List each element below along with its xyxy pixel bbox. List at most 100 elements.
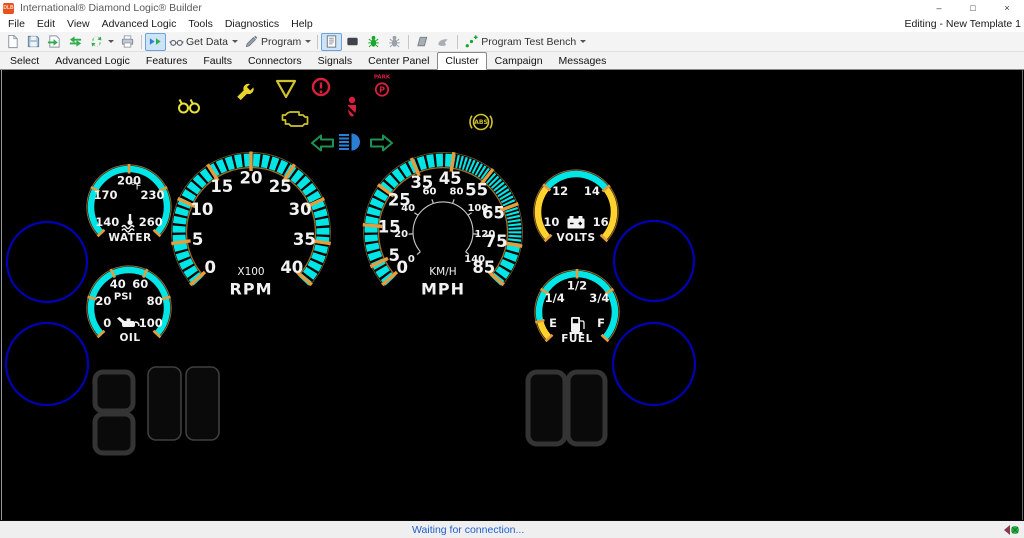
menu-view[interactable]: View bbox=[61, 18, 96, 30]
debug-on-icon bbox=[366, 34, 381, 49]
gauge-tick-label: 20 bbox=[240, 169, 263, 188]
minimize-button-icon[interactable]: – bbox=[922, 0, 956, 16]
cluster-button-tall-left-1[interactable] bbox=[148, 367, 181, 440]
tab-cluster[interactable]: Cluster bbox=[437, 52, 486, 70]
cluster-button-small-bottom[interactable] bbox=[95, 414, 133, 453]
save-button[interactable] bbox=[23, 33, 44, 51]
gauge-tick-label: 170 bbox=[93, 188, 117, 202]
check-engine-telltale-icon bbox=[283, 112, 308, 126]
gauge-tick-label: 15 bbox=[210, 177, 233, 196]
toolbar-separator bbox=[457, 35, 458, 49]
eraser-button[interactable] bbox=[412, 33, 433, 51]
new-document-icon bbox=[5, 34, 20, 49]
park-brake-telltale-icon: PARKP bbox=[374, 75, 391, 96]
gauge-tick-label: 1/4 bbox=[545, 291, 565, 305]
panel-button[interactable] bbox=[342, 33, 363, 51]
debug-off-button[interactable] bbox=[384, 33, 405, 51]
fuel-pump-icon bbox=[570, 317, 585, 334]
toolbar-separator bbox=[141, 35, 142, 49]
oil-gauge: 020406080100PSIOIL bbox=[87, 266, 171, 344]
tab-advanced-logic[interactable]: Advanced Logic bbox=[47, 52, 138, 70]
gauge-tick-label: 0 bbox=[204, 258, 215, 277]
tab-faults[interactable]: Faults bbox=[195, 52, 240, 70]
test-bench-icon bbox=[464, 34, 479, 49]
debug-off-icon bbox=[387, 34, 402, 49]
maximize-button-icon[interactable]: □ bbox=[956, 0, 990, 16]
tab-select[interactable]: Select bbox=[2, 52, 47, 70]
mph-caption: MPH bbox=[421, 280, 465, 299]
editing-status-label: Editing - New Template 1 bbox=[904, 18, 1021, 30]
menu-diagnostics[interactable]: Diagnostics bbox=[219, 18, 285, 30]
cluster-button-right-2[interactable] bbox=[568, 372, 605, 444]
wait-to-start-telltale-icon bbox=[179, 100, 199, 113]
gauge-tick-label: E bbox=[549, 316, 557, 330]
get-data-button[interactable]: Get Data bbox=[166, 33, 241, 51]
window-controls: – □ × bbox=[922, 0, 1024, 16]
toolbar-separator bbox=[408, 35, 409, 49]
eraser-icon bbox=[415, 34, 430, 49]
status-bar: Waiting for connection... bbox=[0, 520, 1024, 538]
menu-tools[interactable]: Tools bbox=[182, 18, 219, 30]
gauge-tick-label: 40 bbox=[280, 258, 303, 277]
program-button[interactable]: Program bbox=[241, 33, 314, 51]
gauge-tick-label: 20 bbox=[95, 294, 111, 308]
gauge-tick-label: 80 bbox=[147, 294, 163, 308]
menu-file[interactable]: File bbox=[2, 18, 31, 30]
tab-connectors[interactable]: Connectors bbox=[240, 52, 310, 70]
debug-on-button[interactable] bbox=[363, 33, 384, 51]
dropdown-caret-icon bbox=[305, 40, 311, 43]
cluster-button-right-1[interactable] bbox=[528, 372, 565, 444]
new-document-button[interactable] bbox=[2, 33, 23, 51]
tab-campaign[interactable]: Campaign bbox=[487, 52, 551, 70]
gauge-tick-label: 60 bbox=[423, 187, 437, 198]
tab-features[interactable]: Features bbox=[138, 52, 195, 70]
toolbar-button-label: Program bbox=[261, 36, 301, 48]
oil-unit-label: PSI bbox=[114, 292, 132, 303]
save-icon bbox=[26, 34, 41, 49]
test-bench-button[interactable]: Program Test Bench bbox=[461, 33, 589, 51]
import-button[interactable] bbox=[44, 33, 65, 51]
cluster-display: 0510152025303540X100RPM05152535455565758… bbox=[0, 70, 1024, 520]
tab-bar: SelectAdvanced LogicFeaturesFaultsConnec… bbox=[0, 52, 1024, 70]
status-message: Waiting for connection... bbox=[412, 524, 524, 536]
gauge-tick-label: 40 bbox=[401, 203, 415, 214]
print-button[interactable] bbox=[117, 33, 138, 51]
menu-advanced-logic[interactable]: Advanced Logic bbox=[96, 18, 183, 30]
gauge-tick-label: 5 bbox=[389, 246, 400, 265]
view-document-button[interactable] bbox=[321, 33, 342, 51]
abs-telltale-icon: ABS bbox=[470, 115, 492, 130]
tab-signals[interactable]: Signals bbox=[310, 52, 360, 70]
bezel-circle bbox=[7, 222, 87, 302]
gauge-tick-label: 60 bbox=[132, 277, 148, 291]
rpm-caption: RPM bbox=[230, 280, 273, 299]
gauge-tick-label: 140 bbox=[464, 254, 485, 265]
rpm-multiplier-label: X100 bbox=[237, 266, 264, 278]
gauge-tick-label: 40 bbox=[110, 277, 126, 291]
refresh-button[interactable] bbox=[86, 33, 117, 51]
tab-center-panel[interactable]: Center Panel bbox=[360, 52, 437, 70]
gauge-tick-label: 20 bbox=[394, 229, 408, 240]
brake-warning-telltale-icon bbox=[313, 79, 329, 95]
sync-button[interactable] bbox=[65, 33, 86, 51]
title-bar: DLB International® Diamond Logic® Builde… bbox=[0, 0, 1024, 16]
cluster-button-small-top[interactable] bbox=[95, 372, 133, 411]
connection-status-icon bbox=[1001, 523, 1021, 537]
menu-edit[interactable]: Edit bbox=[31, 18, 61, 30]
water-unit-label: °F bbox=[131, 182, 142, 193]
menu-help[interactable]: Help bbox=[285, 18, 319, 30]
gauge-tick-label: 100 bbox=[467, 203, 488, 214]
gauge-tick-label: 35 bbox=[293, 230, 316, 249]
turn-signal-left-telltale-icon bbox=[312, 136, 333, 151]
cluster-button-tall-left-2[interactable] bbox=[186, 367, 219, 440]
volts-gauge: 10121416VOLTS bbox=[534, 170, 618, 244]
tab-messages[interactable]: Messages bbox=[551, 52, 615, 70]
gauge-tick-label: 120 bbox=[474, 229, 495, 240]
window-title: International® Diamond Logic® Builder bbox=[20, 2, 202, 14]
close-button-icon[interactable]: × bbox=[990, 0, 1024, 16]
connect-button[interactable] bbox=[145, 33, 166, 51]
gauge-tick-label: 3/4 bbox=[589, 291, 609, 305]
smudge-button[interactable] bbox=[433, 33, 454, 51]
dropdown-caret-icon bbox=[232, 40, 238, 43]
gauge-tick-label: 100 bbox=[139, 316, 163, 330]
abs-label: ABS bbox=[474, 119, 488, 126]
